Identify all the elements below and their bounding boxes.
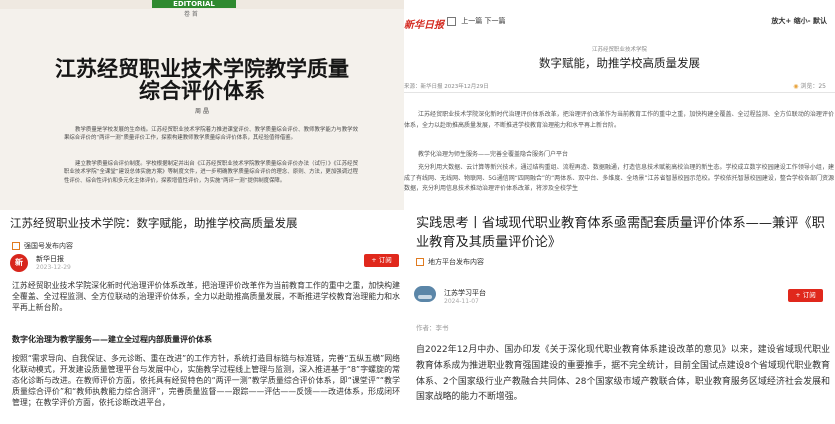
feed-left-paragraph-1: 江苏经贸职业技术学院深化新时代治理评价体系改革，把治理评价改革作为当前教育工作的… bbox=[12, 281, 400, 312]
magazine-author: 周 晶 bbox=[195, 108, 209, 115]
feed-left-tag: 强国号发布内容 bbox=[12, 241, 73, 251]
tag-icon bbox=[416, 258, 424, 266]
feed-left-date: 2023-12-29 bbox=[36, 264, 71, 271]
article-headline: 数字赋能，助推学校高质量发展 bbox=[539, 56, 700, 70]
font-size-controls[interactable]: 放大+ 缩小- 默认 bbox=[771, 16, 827, 26]
article-nav: 上一篇 下一篇 bbox=[447, 16, 505, 26]
feed-left-tag-text: 强国号发布内容 bbox=[24, 242, 73, 250]
article-paragraph-1: 江苏经贸职业技术学院深化新时代治理评价体系改革，把治理评价改革作为当前教育工作的… bbox=[404, 111, 834, 129]
feed-right-tag: 地方平台发布内容 bbox=[416, 257, 484, 267]
magazine-scan-panel: EDITORIAL 卷 首 江苏经贸职业技术学院教学质量 综合评价体系 周 晶 … bbox=[0, 0, 404, 210]
feed-left-author[interactable]: 新华日报 bbox=[36, 254, 64, 264]
feed-right-author[interactable]: 江苏学习平台 bbox=[444, 288, 486, 298]
feed-article-left: 江苏经贸职业技术学院：数字赋能，助推学校高质量发展 强国号发布内容 新 新华日报… bbox=[0, 210, 404, 424]
feed-left-title: 江苏经贸职业技术学院：数字赋能，助推学校高质量发展 bbox=[10, 216, 298, 230]
feed-right-paragraph: 自2022年12月中办、国办印发《关于深化现代职业教育体系建设改革的意见》以来，… bbox=[416, 345, 830, 403]
magazine-paragraph-2: 建立教学质量综合评价制度。学校根据制定并出台《江苏经贸职业技术学院教学质量综合评… bbox=[64, 161, 358, 184]
article-school: 江苏经贸职业技术学院 bbox=[591, 47, 647, 53]
article-meta: 来源：新华日报 2023年12月29日 bbox=[404, 84, 489, 90]
web-article-panel: 新华日报 上一篇 下一篇 放大+ 缩小- 默认 江苏经贸职业技术学院 数字赋能，… bbox=[404, 0, 835, 210]
feed-right-tag-text: 地方平台发布内容 bbox=[428, 258, 484, 266]
feed-article-right: 实践思考丨省域现代职业教育体系亟需配套质量评价体系——兼评《职业教育及其质量评价… bbox=[404, 210, 835, 424]
next-article-link[interactable]: 下一篇 bbox=[484, 17, 505, 25]
magazine-title-line-1: 江苏经贸职业技术学院教学质量 bbox=[55, 56, 349, 81]
feed-right-byline: 作者：李书 bbox=[416, 324, 449, 332]
xinhua-logo[interactable]: 新华日报 bbox=[404, 16, 444, 31]
editorial-subbanner: 卷 首 bbox=[184, 11, 198, 18]
tag-icon bbox=[12, 242, 20, 250]
prev-article-link[interactable]: 上一篇 bbox=[461, 17, 482, 25]
magazine-title-line-2: 综合评价体系 bbox=[139, 78, 265, 103]
view-count: ◉ 浏览：25 bbox=[793, 81, 826, 90]
avatar[interactable]: 新 bbox=[10, 254, 28, 272]
document-icon bbox=[447, 16, 456, 26]
magazine-title: 江苏经贸职业技术学院教学质量 综合评价体系 bbox=[0, 58, 404, 102]
feed-right-date: 2024-11-07 bbox=[444, 298, 479, 305]
subscribe-button[interactable]: + 订阅 bbox=[364, 254, 399, 267]
subscribe-button[interactable]: + 订阅 bbox=[788, 289, 823, 302]
avatar[interactable] bbox=[414, 286, 436, 302]
view-count-text: 浏览：25 bbox=[800, 83, 826, 90]
feed-left-subheading: 数字化治理为教学服务——建立全过程内部质量评价体系 bbox=[12, 335, 212, 344]
feed-left-paragraph-2: 按照“需求导向、自我保证、多元诊断、重在改进”的工作方针，系统打造目标链与标准链… bbox=[12, 354, 400, 407]
editorial-banner: EDITORIAL bbox=[152, 0, 236, 8]
magazine-paragraph-1: 教学质量是学校发展的生命线。江苏经贸职业技术学院着力推进课堂评价、教学质量综合评… bbox=[64, 127, 358, 142]
divider bbox=[404, 92, 835, 93]
article-paragraph-2: 充分利用大数据、云计算等新兴技术，通过结构重组、流程再造、数据融通，打造信息技术… bbox=[404, 164, 834, 192]
feed-right-title: 实践思考丨省域现代职业教育体系亟需配套质量评价体系——兼评《职业教育及其质量评价… bbox=[416, 216, 825, 250]
article-subheading: 教学化治理为师生服务——完善全覆盖隐合服务门户平台 bbox=[418, 151, 569, 158]
